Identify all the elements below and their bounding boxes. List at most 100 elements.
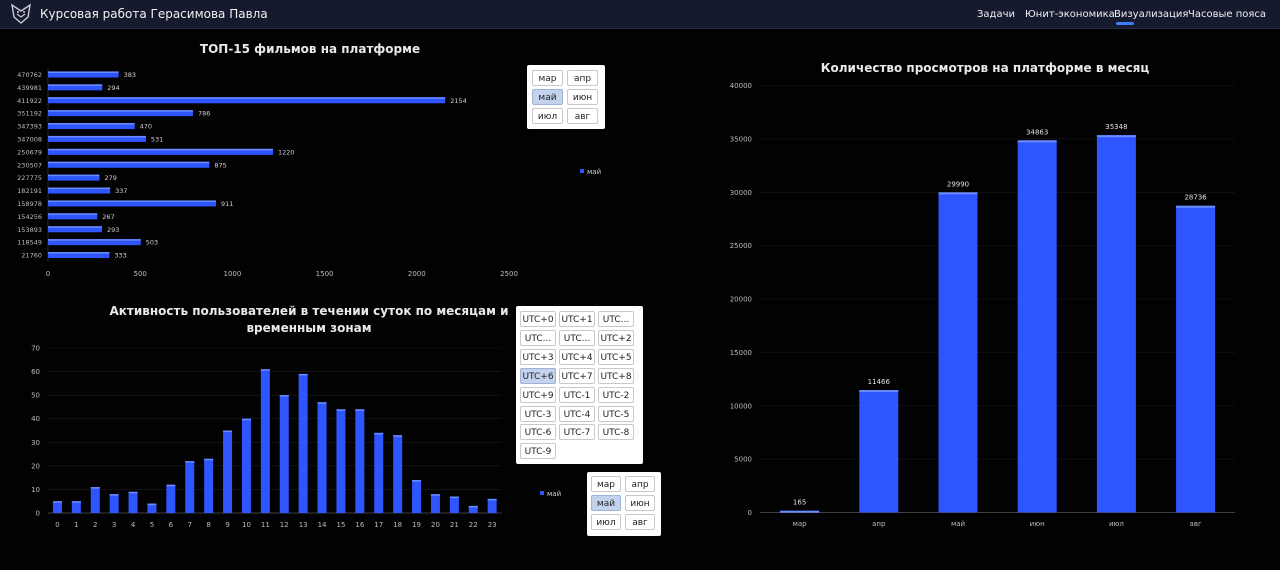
x-tick-label: 2 [93,521,97,529]
bar [355,409,365,513]
bar [279,395,289,513]
x-tick-label: 500 [134,270,147,278]
data-label: 911 [221,200,233,208]
bar-highlight [204,458,214,461]
x-tick-label: 11 [261,521,270,529]
x-tick-label: 19 [412,521,421,529]
bar [487,498,497,513]
month-option-top-3[interactable]: июн [567,89,598,105]
y-tick-label: 5000 [734,456,752,464]
bar-highlight [48,71,119,73]
x-tick-label: 17 [374,521,383,529]
timezone-option-14[interactable]: UTC-2 [598,386,634,403]
data-label: 267 [102,213,114,221]
timezone-option-17[interactable]: UTC-5 [598,405,634,422]
data-label: 293 [107,226,119,234]
activity-chart: 0102030405060700 1 2 3 4 5 6 7 8 9 10 11 12 13 14 15 16 1… [31,345,502,529]
bar [52,501,62,513]
y-tick-label: 10000 [730,402,752,410]
y-tick-label: 25000 [730,242,752,250]
y-tick-label: 347393 [17,123,42,131]
month-option-bottom-4[interactable]: июл [591,514,621,530]
timezone-option-12[interactable]: UTC+9 [520,386,556,403]
timezone-option-6[interactable]: UTC+3 [520,348,556,365]
timezone-option-7[interactable]: UTC+4 [559,348,595,365]
timezone-option-20[interactable]: UTC-8 [598,424,634,441]
timezone-option-4[interactable]: UTC... [559,329,595,346]
timezone-option-21[interactable]: UTC-9 [520,443,556,460]
bar-highlight [48,97,446,99]
bar-highlight [48,135,146,138]
x-tick-label: 16 [355,521,364,529]
month-option-bottom-2[interactable]: май [591,495,621,511]
bar-highlight [166,484,176,487]
bar [90,487,100,513]
timezone-option-3[interactable]: UTC... [520,329,556,346]
x-tick-label: 23 [488,521,497,529]
x-tick-label: мар [793,520,808,528]
bar [241,418,251,513]
timezone-option-2[interactable]: UTC... [598,311,634,327]
timezone-option-9[interactable]: UTC+6 [520,367,556,384]
bar-highlight [780,510,820,513]
y-tick-label: 351192 [17,110,42,118]
bar [393,435,403,513]
bar [1176,205,1216,513]
y-tick-label: 20000 [730,296,752,304]
month-option-bottom-0[interactable]: мар [591,476,621,492]
timezone-option-18[interactable]: UTC-6 [520,424,556,441]
month-option-top-0[interactable]: мар [532,70,563,86]
bar [204,458,214,513]
timezone-option-15[interactable]: UTC-3 [520,405,556,422]
x-tick-label: 14 [318,521,327,529]
month-option-top-4[interactable]: июл [532,108,563,124]
bar [1096,135,1136,513]
x-tick-label: май [951,520,965,528]
month-option-bottom-3[interactable]: июн [625,495,655,511]
x-tick-label: 10 [242,521,251,529]
y-tick-label: 227775 [17,174,42,182]
x-tick-label: 1 [74,521,78,529]
x-tick-label: 21 [450,521,459,529]
month-option-bottom-1[interactable]: апр [625,476,655,492]
bar-highlight [412,480,422,482]
y-tick-label: 118549 [17,239,42,247]
bar-highlight [48,123,135,125]
month-option-top-1[interactable]: апр [567,70,598,86]
x-tick-label: июн [1030,520,1045,528]
month-option-top-2[interactable]: май [532,89,563,105]
timezone-option-13[interactable]: UTC-1 [559,386,595,403]
x-tick-label: 20 [431,521,440,529]
timezone-option-11[interactable]: UTC+8 [598,367,634,384]
x-tick-label: 2000 [408,270,426,278]
data-label: 786 [198,110,210,118]
month-option-top-5[interactable]: авг [567,108,598,124]
data-label: 35348 [1105,123,1127,131]
bar-highlight [223,430,233,432]
timezone-option-10[interactable]: UTC+7 [559,367,595,384]
logo-icon [11,3,31,24]
timezone-option-1[interactable]: UTC+1 [559,311,595,327]
x-tick-label: 4 [131,521,136,529]
nav-timezones[interactable]: Часовые пояса [1188,9,1266,20]
timezone-option-8[interactable]: UTC+5 [598,348,634,365]
nav-visualization[interactable]: Визуализация [1114,9,1188,20]
y-tick-label: 20 [31,462,40,470]
data-label: 503 [146,239,158,247]
nav-unit-economics[interactable]: Юнит-экономика [1025,9,1115,20]
bar [109,494,119,513]
timezone-option-0[interactable]: UTC+0 [520,311,556,327]
data-label: 337 [115,187,127,195]
x-tick-label: 12 [280,521,289,529]
app-title: Курсовая работа Герасимова Павла [40,7,268,21]
timezone-slicer: UTC+0 UTC+1 UTC... UTC... UTC... UTC+2 UTC+3 UT… [516,306,643,464]
nav-tasks[interactable]: Задачи [977,9,1015,20]
timezone-option-19[interactable]: UTC-7 [559,424,595,441]
month-slicer-top: мар апр май июн июл авг [527,65,605,129]
timezone-option-5[interactable]: UTC+2 [598,329,634,346]
month-option-bottom-5[interactable]: авг [625,514,655,530]
bar [128,491,138,513]
x-tick-label: 13 [299,521,308,529]
timezone-option-16[interactable]: UTC-4 [559,405,595,422]
bar-highlight [317,402,327,404]
